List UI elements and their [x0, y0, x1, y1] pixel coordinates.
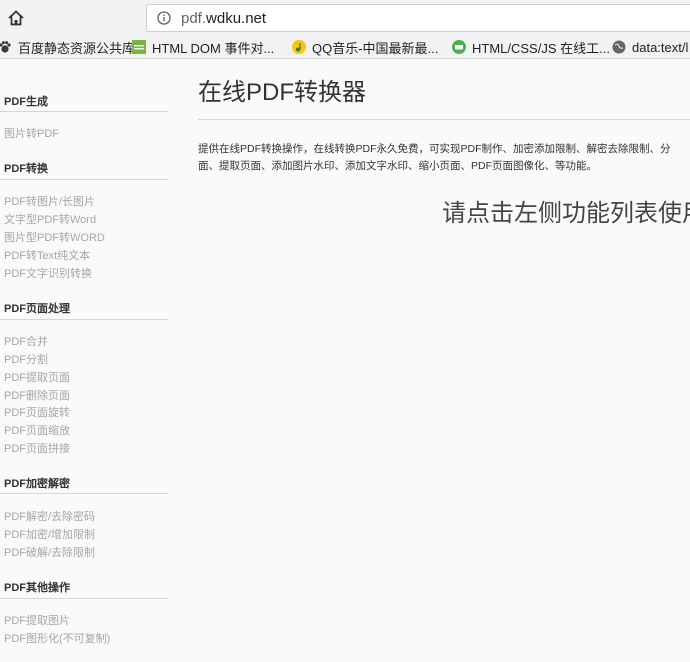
section-divider: [0, 598, 168, 599]
green-tile-icon: [132, 40, 146, 54]
sidebar-item-pdf-extract-pages[interactable]: PDF提取页面: [4, 369, 70, 385]
section-divider: [0, 319, 168, 320]
sidebar: PDF生成 图片转PDF PDF转换 PDF转图片/长图片 文字型PDF转Wor…: [0, 59, 170, 662]
section-divider: [0, 179, 168, 180]
sidebar-item-text-pdf-to-word[interactable]: 文字型PDF转Word: [4, 211, 96, 227]
bookmark-data-text[interactable]: data:text/l: [612, 38, 688, 56]
bookmark-label: QQ音乐-中国最新最...: [312, 40, 439, 56]
bookmark-label: HTML DOM 事件对...: [152, 40, 275, 56]
description: 提供在线PDF转换操作，在线转换PDF永久免费，可实现PDF制作、加密添加限制、…: [198, 141, 690, 175]
sidebar-item-pdf-to-text[interactable]: PDF转Text纯文本: [4, 247, 90, 263]
url-domain: wdku.net: [206, 10, 267, 27]
section-title-pdf-pages: PDF页面处理: [4, 303, 70, 315]
sidebar-item-image-to-pdf[interactable]: 图片转PDF: [4, 125, 59, 141]
description-line: 面、提取页面、添加图片水印、添加文字水印、缩小页面、PDF页面图像化、等功能。: [198, 160, 597, 172]
main-content: 在线PDF转换器 提供在线PDF转换操作，在线转换PDF永久免费，可实现PDF制…: [170, 59, 690, 662]
section-divider: [0, 111, 168, 112]
section-title-pdf-encrypt: PDF加密解密: [4, 478, 70, 490]
sidebar-item-pdf-rotate[interactable]: PDF页面旋转: [4, 404, 70, 420]
section-title-pdf-generate: PDF生成: [4, 96, 48, 108]
bookmark-html-dom[interactable]: HTML DOM 事件对...: [132, 38, 274, 56]
url-text[interactable]: pdf.wdku.net: [181, 10, 266, 27]
section-divider: [0, 493, 168, 494]
section-title-pdf-other: PDF其他操作: [4, 582, 70, 594]
sidebar-item-pdf-merge[interactable]: PDF合并: [4, 333, 48, 349]
description-line: 提供在线PDF转换操作，在线转换PDF永久免费，可实现PDF制作、加密添加限制、…: [198, 143, 671, 155]
sidebar-item-pdf-crack[interactable]: PDF破解/去除限制: [4, 544, 95, 560]
sidebar-item-pdf-rasterize[interactable]: PDF图形化(不可复制): [4, 630, 110, 646]
bookmarks-bar: 百度静态资源公共库 HTML DOM 事件对... QQ音乐-中国最新最... …: [0, 36, 690, 59]
page-title: 在线PDF转换器: [198, 79, 366, 106]
sidebar-item-pdf-split[interactable]: PDF分割: [4, 351, 48, 367]
green-tool-icon: [452, 40, 466, 54]
url-prefix: pdf.: [181, 10, 207, 27]
usage-prompt: 请点击左侧功能列表使用: [442, 200, 690, 227]
browser-toolbar: pdf.wdku.net: [0, 0, 690, 36]
bookmark-html-css-js[interactable]: HTML/CSS/JS 在线工...: [452, 38, 610, 56]
bookmark-label: 百度静态资源公共库: [18, 40, 136, 56]
qq-music-icon: [292, 40, 306, 54]
globe-icon: [612, 40, 626, 54]
address-bar[interactable]: pdf.wdku.net: [146, 4, 690, 32]
home-button[interactable]: [4, 6, 28, 30]
bookmark-label: HTML/CSS/JS 在线工...: [472, 40, 610, 56]
sidebar-item-pdf-extract-images[interactable]: PDF提取图片: [4, 612, 70, 628]
sidebar-item-image-pdf-to-word[interactable]: 图片型PDF转WORD: [4, 229, 105, 245]
bookmark-baidu[interactable]: 百度静态资源公共库: [0, 38, 135, 56]
paw-icon: [0, 41, 11, 53]
section-title-pdf-convert: PDF转换: [4, 163, 48, 175]
home-icon: [8, 10, 24, 26]
sidebar-item-pdf-decrypt[interactable]: PDF解密/去除密码: [4, 508, 95, 524]
sidebar-item-pdf-scale[interactable]: PDF页面缩放: [4, 422, 70, 438]
bookmark-qq-music[interactable]: QQ音乐-中国最新最...: [292, 38, 438, 56]
sidebar-item-pdf-ocr[interactable]: PDF文字识别转换: [4, 265, 92, 281]
bookmark-label: data:text/l: [632, 39, 689, 55]
sidebar-item-pdf-join[interactable]: PDF页面拼接: [4, 440, 70, 456]
title-divider: [198, 119, 690, 120]
sidebar-item-pdf-encrypt[interactable]: PDF加密/增加限制: [4, 526, 95, 542]
sidebar-item-pdf-to-image[interactable]: PDF转图片/长图片: [4, 193, 95, 209]
sidebar-item-pdf-delete-pages[interactable]: PDF删除页面: [4, 387, 70, 403]
info-icon[interactable]: [157, 11, 171, 25]
